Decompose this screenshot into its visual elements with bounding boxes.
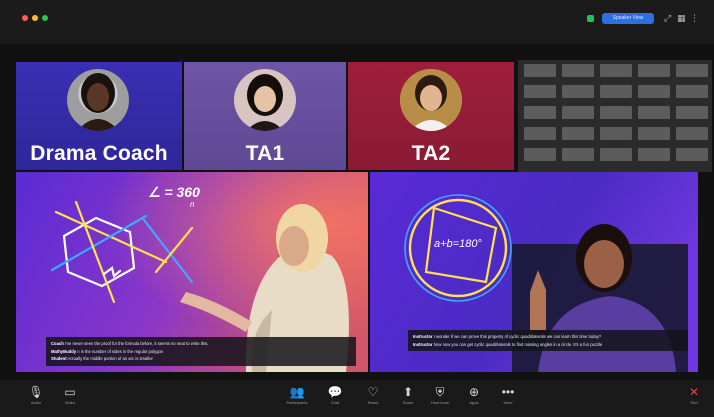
security-shield-icon[interactable] bbox=[587, 15, 594, 22]
participant-thumbnail[interactable] bbox=[562, 85, 594, 98]
participant-thumbnail[interactable] bbox=[638, 148, 670, 161]
participant-thumbnail[interactable] bbox=[676, 127, 708, 140]
window-controls bbox=[22, 15, 48, 21]
video-camera-icon: ▭ bbox=[64, 385, 76, 399]
participant-thumbnail-grid bbox=[518, 60, 712, 172]
participant-thumbnail[interactable] bbox=[524, 127, 556, 140]
avatar bbox=[400, 69, 462, 131]
participants-icon: 👥 bbox=[289, 385, 305, 399]
view-button[interactable]: Speaker View bbox=[602, 13, 654, 24]
caption-line: Instructor how now you can get cyclic qu… bbox=[413, 341, 603, 347]
participant-thumbnail[interactable] bbox=[600, 106, 632, 119]
participant-thumbnail[interactable] bbox=[676, 64, 708, 77]
participant-thumbnail[interactable] bbox=[638, 106, 670, 119]
close-window-button[interactable] bbox=[22, 15, 28, 21]
caption-line: Coach I've never seen the proof for the … bbox=[51, 341, 209, 346]
caption-box-left: Coach I've never seen the proof for the … bbox=[46, 337, 356, 366]
person-photo-icon bbox=[400, 69, 462, 131]
share-screen-icon: ⬆ bbox=[402, 385, 414, 399]
participant-thumbnail[interactable] bbox=[524, 148, 556, 161]
person-photo-icon bbox=[77, 73, 119, 131]
participant-thumbnail[interactable] bbox=[638, 64, 670, 77]
participant-thumbnail[interactable] bbox=[638, 85, 670, 98]
participant-thumbnail[interactable] bbox=[562, 127, 594, 140]
participant-thumbnail[interactable] bbox=[562, 106, 594, 119]
meeting-toolbar: 🎙 Audio ▭ Video 👥 Participants 💬 Chat ♡ … bbox=[0, 380, 714, 417]
apps-button[interactable]: ⊕ Apps bbox=[456, 384, 492, 406]
handwritten-formula: ∠ = 360 bbox=[148, 184, 200, 200]
participant-thumbnail[interactable] bbox=[600, 148, 632, 161]
main-video-left[interactable]: ∠ = 360 n Coach I've never seen the proo… bbox=[16, 172, 368, 372]
participant-thumbnail[interactable] bbox=[600, 85, 632, 98]
participant-tile-ta1[interactable]: TA1 bbox=[184, 62, 346, 170]
caption-box-right: Instructor I wonder if we can prove this… bbox=[408, 330, 688, 351]
apps-icon: ⊕ bbox=[468, 385, 480, 399]
participant-thumbnail[interactable] bbox=[524, 85, 556, 98]
fullscreen-icon[interactable]: ⤢ bbox=[664, 14, 671, 23]
participant-thumbnail[interactable] bbox=[524, 64, 556, 77]
participant-tile-drama-coach[interactable]: Drama Coach bbox=[16, 62, 182, 170]
caption-line: Student Actually the middle portion of a… bbox=[51, 356, 153, 361]
participant-thumbnail[interactable] bbox=[676, 148, 708, 161]
end-meeting-button[interactable]: ✕ End bbox=[676, 384, 712, 406]
more-button[interactable]: ••• More bbox=[490, 384, 526, 406]
minimize-window-button[interactable] bbox=[32, 15, 38, 21]
caption-line: MathyBuddy n is the number of sides in t… bbox=[51, 348, 164, 354]
participant-tile-ta2[interactable]: TA2 bbox=[348, 62, 514, 170]
settings-icon[interactable]: ⋮ bbox=[690, 14, 699, 23]
caption-line: Instructor I wonder if we can prove this… bbox=[413, 334, 602, 339]
participant-name: TA2 bbox=[411, 142, 451, 165]
participant-thumbnail[interactable] bbox=[676, 106, 708, 119]
main-video-right[interactable]: a+b=180° Instructor I wonder if we can p… bbox=[370, 172, 698, 372]
more-icon: ••• bbox=[501, 385, 515, 399]
participant-name: TA1 bbox=[245, 142, 285, 165]
avatar bbox=[234, 69, 296, 131]
participant-thumbnail[interactable] bbox=[562, 148, 594, 161]
video-button[interactable]: ▭ Video bbox=[52, 384, 88, 406]
react-icon: ♡ bbox=[367, 385, 379, 399]
chat-icon: 💬 bbox=[327, 385, 343, 399]
host-tools-icon: ⛨ bbox=[435, 385, 445, 399]
participant-thumbnail[interactable] bbox=[676, 85, 708, 98]
window-title-bar: Speaker View ⤢ ▦ ⋮ bbox=[0, 0, 714, 44]
avatar bbox=[67, 69, 129, 131]
participant-thumbnail[interactable] bbox=[638, 127, 670, 140]
participant-thumbnail[interactable] bbox=[600, 64, 632, 77]
handwritten-formula: a+b=180° bbox=[434, 238, 482, 250]
audio-button[interactable]: 🎙 Audio bbox=[18, 384, 54, 406]
participant-thumbnail[interactable] bbox=[562, 64, 594, 77]
participant-thumbnail[interactable] bbox=[600, 127, 632, 140]
microphone-icon: 🎙 bbox=[28, 385, 44, 399]
participant-name: Drama Coach bbox=[30, 142, 168, 165]
formula-denominator: n bbox=[190, 200, 195, 209]
share-screen-button[interactable]: ⬆ Share bbox=[390, 384, 426, 406]
participant-thumbnail[interactable] bbox=[524, 106, 556, 119]
zoom-window-button[interactable] bbox=[42, 15, 48, 21]
host-tools-button[interactable]: ⛨ Host tools bbox=[422, 384, 458, 406]
person-photo-icon bbox=[246, 74, 284, 131]
react-button[interactable]: ♡ React bbox=[355, 384, 391, 406]
participants-button[interactable]: 👥 Participants bbox=[279, 384, 315, 406]
grid-view-icon[interactable]: ▦ bbox=[677, 14, 686, 23]
chat-button[interactable]: 💬 Chat bbox=[317, 384, 353, 406]
end-call-icon: ✕ bbox=[688, 385, 700, 399]
